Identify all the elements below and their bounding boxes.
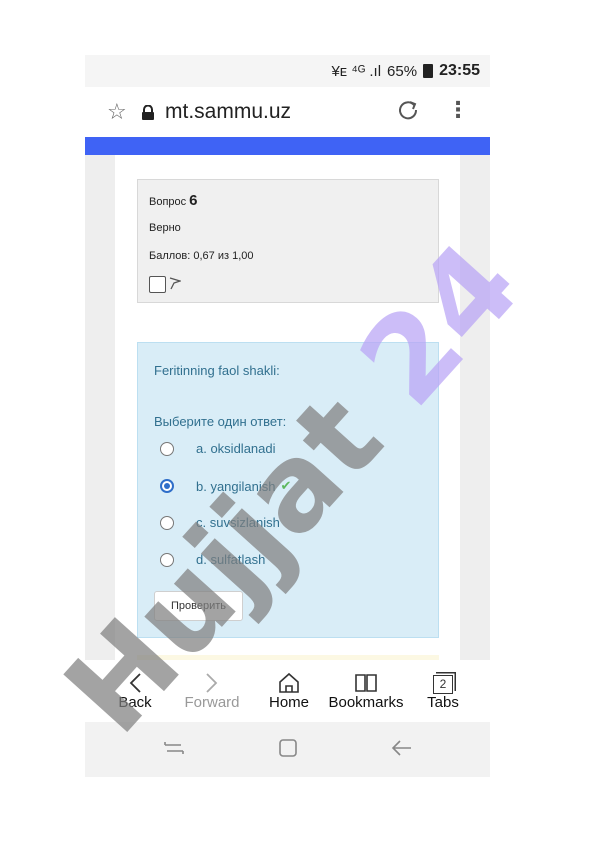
- phone-screen: ¥ᴇ ⁴ᴳ .ıl 65% 23:55 ☆ mt.sammu.uz ⋮ Вопр…: [85, 55, 490, 777]
- back-button[interactable]: Back: [113, 660, 157, 711]
- reload-icon[interactable]: [397, 99, 419, 127]
- answer-label[interactable]: b. yangilanish: [196, 479, 276, 494]
- forward-button[interactable]: Forward: [180, 660, 244, 711]
- star-icon[interactable]: ☆: [107, 99, 135, 125]
- signal-indicator: ¥ᴇ ⁴ᴳ .ıl: [331, 62, 382, 80]
- lock-icon: [141, 104, 155, 120]
- radio-c[interactable]: [160, 515, 174, 530]
- radio-d[interactable]: [160, 552, 174, 567]
- android-nav-bar: [85, 722, 490, 777]
- answer-option-b[interactable]: b. yangilanish ✔: [160, 478, 291, 494]
- page-content[interactable]: Вопрос 6 Верно Баллов: 0,67 из 1,00 Ferit…: [85, 155, 490, 665]
- question-status: Верно: [149, 222, 181, 234]
- more-vertical-icon[interactable]: ⋮: [447, 97, 469, 123]
- tabs-icon[interactable]: 2: [421, 660, 465, 694]
- answer-option-a[interactable]: a. oksidlanadi: [160, 441, 276, 456]
- battery-level: 65%: [387, 62, 418, 80]
- battery-icon: [423, 64, 434, 78]
- radio-b[interactable]: [160, 479, 174, 493]
- book-icon[interactable]: [326, 660, 406, 694]
- question-info-box: Вопрос 6 Верно Баллов: 0,67 из 1,00: [137, 179, 439, 303]
- home-button[interactable]: Home: [265, 660, 313, 711]
- answer-option-c[interactable]: c. suvsizlanish: [160, 515, 280, 530]
- address-bar[interactable]: ☆ mt.sammu.uz ⋮: [85, 87, 490, 137]
- home-icon[interactable]: [265, 660, 313, 694]
- bookmarks-button[interactable]: Bookmarks: [326, 660, 406, 711]
- answer-label[interactable]: c. suvsizlanish: [196, 515, 280, 530]
- flag-icon[interactable]: [169, 276, 183, 293]
- question-grade: Баллов: 0,67 из 1,00: [149, 250, 254, 262]
- answer-prompt: Выберите один ответ:: [154, 414, 287, 429]
- flag-question-toggle[interactable]: [149, 276, 183, 293]
- answer-label[interactable]: d. sulfatlash: [196, 552, 265, 567]
- question-text: Feritinning faol shakli:: [154, 363, 280, 378]
- chevron-right-icon[interactable]: [180, 660, 244, 694]
- status-time: 23:55: [439, 62, 480, 79]
- answer-label[interactable]: a. oksidlanadi: [196, 441, 276, 456]
- question-number: Вопрос 6: [149, 192, 198, 209]
- tabs-button[interactable]: 2 Tabs: [421, 660, 465, 711]
- back-arrow-icon[interactable]: [391, 738, 413, 764]
- browser-toolbar: Back Forward Home Bookmarks 2 Tabs: [85, 660, 490, 722]
- check-button[interactable]: Проверить: [154, 591, 243, 621]
- home-square-icon[interactable]: [278, 738, 298, 764]
- check-icon: ✔: [280, 478, 292, 493]
- recent-apps-icon[interactable]: [163, 738, 185, 764]
- chevron-left-icon[interactable]: [113, 660, 157, 694]
- url-text[interactable]: mt.sammu.uz: [165, 100, 291, 124]
- status-bar: ¥ᴇ ⁴ᴳ .ıl 65% 23:55: [85, 55, 490, 87]
- radio-a[interactable]: [160, 441, 174, 456]
- flag-checkbox[interactable]: [149, 276, 166, 293]
- answer-option-d[interactable]: d. sulfatlash: [160, 552, 265, 567]
- quiz-page: Вопрос 6 Верно Баллов: 0,67 из 1,00 Ferit…: [115, 155, 460, 665]
- site-header-band: [85, 137, 490, 155]
- question-content-box: Feritinning faol shakli: Выберите один о…: [137, 342, 439, 638]
